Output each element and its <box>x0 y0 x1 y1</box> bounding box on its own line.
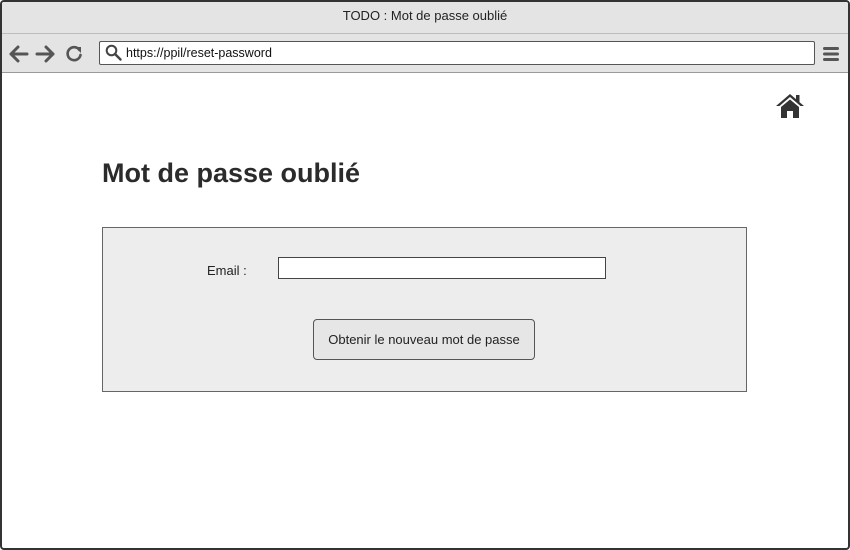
address-bar[interactable]: https://ppil/reset-password <box>99 41 815 65</box>
reload-icon[interactable] <box>64 44 84 64</box>
page-title: Mot de passe oublié <box>102 158 361 188</box>
browser-toolbar: https://ppil/reset-password <box>2 34 848 73</box>
page-content: Mot de passe oublié Email : Obtenir le n… <box>2 73 848 548</box>
get-new-password-button[interactable]: Obtenir le nouveau mot de passe <box>313 319 535 360</box>
home-icon[interactable] <box>775 92 805 120</box>
search-icon <box>105 44 122 61</box>
email-field[interactable] <box>278 257 606 279</box>
window-titlebar: TODO : Mot de passe oublié <box>2 2 848 34</box>
reset-password-form: Email : Obtenir le nouveau mot de passe <box>102 227 747 392</box>
hamburger-menu-icon[interactable] <box>822 45 840 63</box>
email-label: Email : <box>207 263 247 278</box>
url-text[interactable]: https://ppil/reset-password <box>126 42 272 64</box>
window-title: TODO : Mot de passe oublié <box>342 8 508 23</box>
back-arrow-icon[interactable] <box>9 44 29 64</box>
browser-window: TODO : Mot de passe oublié https://ppil/… <box>0 0 850 550</box>
forward-arrow-icon[interactable] <box>35 44 55 64</box>
